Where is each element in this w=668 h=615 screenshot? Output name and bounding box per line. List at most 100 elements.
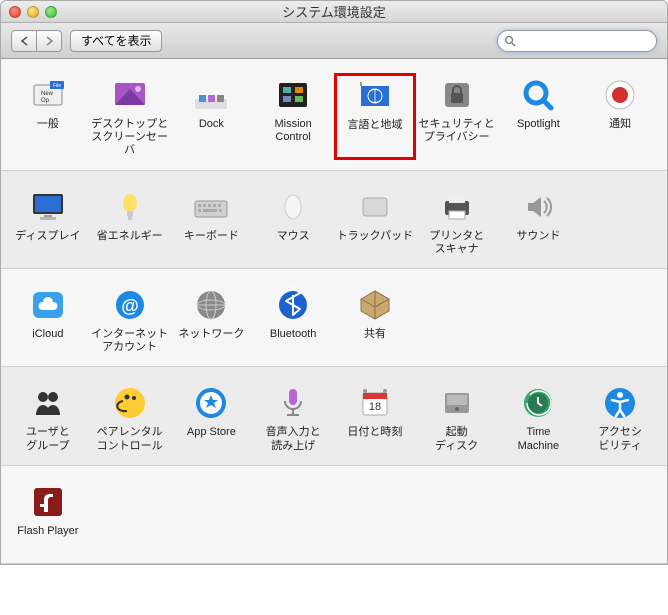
- pref-mission[interactable]: Mission Control: [252, 73, 334, 160]
- notifications-icon: [600, 75, 640, 115]
- sound-icon: [518, 187, 558, 227]
- pref-label: セキュリティと プライバシー: [418, 118, 494, 144]
- svg-text:New: New: [41, 91, 54, 97]
- dictation-icon: [273, 383, 313, 423]
- accessibility-icon: [600, 383, 640, 423]
- startup-icon: [437, 383, 477, 423]
- pref-language[interactable]: 言語と地域: [334, 73, 416, 160]
- zoom-button[interactable]: [45, 6, 57, 18]
- trackpad-icon: [355, 187, 395, 227]
- timemachine-icon: [518, 383, 558, 423]
- svg-text:@: @: [121, 296, 139, 316]
- pref-label: 通知: [609, 118, 631, 144]
- mission-icon: [273, 75, 313, 115]
- pref-startup[interactable]: 起動 ディスク: [416, 381, 498, 454]
- pref-displays[interactable]: ディスプレイ: [7, 185, 89, 258]
- nav-segment: [11, 30, 62, 52]
- pref-keyboard[interactable]: キーボード: [171, 185, 253, 258]
- desktop-icon: [110, 75, 150, 115]
- printers-icon: [437, 187, 477, 227]
- pref-label: ペアレンタル コントロール: [97, 426, 163, 452]
- mouse-icon: [273, 187, 313, 227]
- pref-label: Dock: [199, 118, 224, 144]
- pref-label: アクセシ ビリティ: [598, 426, 641, 452]
- back-button[interactable]: [11, 30, 37, 52]
- pref-row-1: ディスプレイ省エネルギーキーボード マウス トラックパッドプリンタと スキャナサウン…: [1, 171, 667, 269]
- pref-network[interactable]: ネットワーク: [171, 283, 253, 356]
- pref-sound[interactable]: サウンド: [498, 185, 580, 258]
- svg-text:File: File: [53, 83, 61, 89]
- show-all-button[interactable]: すべてを表示: [70, 30, 162, 52]
- flash-icon: [28, 482, 68, 522]
- pref-label: トラックパッド: [337, 230, 413, 256]
- pref-dictation[interactable]: 音声入力と 読み上げ: [252, 381, 334, 454]
- pref-label: Spotlight: [517, 118, 560, 144]
- pref-general[interactable]: File NewOp 一般: [7, 73, 89, 160]
- pref-label: App Store: [187, 426, 236, 452]
- pref-appstore[interactable]: App Store: [171, 381, 253, 454]
- icloud-icon: [28, 285, 68, 325]
- pref-row-4: Flash Player: [1, 466, 667, 564]
- pref-label: Bluetooth: [270, 328, 316, 354]
- chevron-left-icon: [20, 36, 29, 46]
- pref-label: 日付と時刻: [347, 426, 402, 452]
- pref-label: 音声入力と 読み上げ: [266, 426, 321, 452]
- minimize-button[interactable]: [27, 6, 39, 18]
- pref-energy[interactable]: 省エネルギー: [89, 185, 171, 258]
- pref-users[interactable]: ユーザと グループ: [7, 381, 89, 454]
- pref-mouse[interactable]: マウス: [252, 185, 334, 258]
- search-icon: [504, 35, 516, 47]
- pref-notifications[interactable]: 通知: [579, 73, 661, 160]
- pref-label: プリンタと スキャナ: [429, 230, 484, 256]
- energy-icon: [110, 187, 150, 227]
- chevron-right-icon: [45, 36, 54, 46]
- pref-row-0: File NewOp 一般 デスクトップと スクリーンセーバ Dock Mission C…: [1, 59, 667, 171]
- pref-printers[interactable]: プリンタと スキャナ: [416, 185, 498, 258]
- parental-icon: [110, 383, 150, 423]
- pref-desktop[interactable]: デスクトップと スクリーンセーバ: [89, 73, 171, 160]
- sharing-icon: [355, 285, 395, 325]
- forward-button[interactable]: [36, 30, 62, 52]
- general-icon: File NewOp: [28, 75, 68, 115]
- titlebar: システム環境設定: [1, 1, 667, 23]
- preferences-pane: File NewOp 一般 デスクトップと スクリーンセーバ Dock Mission C…: [1, 59, 667, 564]
- pref-bluetooth[interactable]: Bluetooth: [252, 283, 334, 356]
- pref-row-3: ユーザと グループ ペアレンタル コントロール App Store 音声入力と 読み上…: [1, 367, 667, 465]
- window-controls: [1, 6, 57, 18]
- pref-accessibility[interactable]: アクセシ ビリティ: [579, 381, 661, 454]
- search-field[interactable]: [497, 30, 657, 52]
- pref-label: iCloud: [32, 328, 63, 354]
- pref-spotlight[interactable]: Spotlight: [498, 73, 580, 160]
- pref-flash[interactable]: Flash Player: [7, 480, 89, 553]
- pref-datetime[interactable]: 18日付と時刻: [334, 381, 416, 454]
- search-input[interactable]: [520, 34, 668, 48]
- users-icon: [28, 383, 68, 423]
- language-icon: [355, 76, 395, 116]
- svg-text:Op: Op: [41, 98, 50, 104]
- window-title: システム環境設定: [1, 2, 667, 21]
- pref-trackpad[interactable]: トラックパッド: [334, 185, 416, 258]
- pref-label: マウス: [277, 230, 310, 256]
- pref-label: 起動 ディスク: [435, 426, 478, 452]
- close-button[interactable]: [9, 6, 21, 18]
- internet-icon: @: [110, 285, 150, 325]
- pref-internet[interactable]: @ インターネット アカウント: [89, 283, 171, 356]
- pref-row-2: iCloud @ インターネット アカウントネットワーク Bluetooth 共有: [1, 269, 667, 367]
- pref-dock[interactable]: Dock: [171, 73, 253, 160]
- pref-label: 言語と地域: [347, 119, 402, 145]
- pref-sharing[interactable]: 共有: [334, 283, 416, 356]
- pref-security[interactable]: セキュリティと プライバシー: [416, 73, 498, 160]
- displays-icon: [28, 187, 68, 227]
- pref-label: ネットワーク: [178, 328, 244, 354]
- pref-parental[interactable]: ペアレンタル コントロール: [89, 381, 171, 454]
- pref-label: 一般: [37, 118, 59, 144]
- pref-label: Flash Player: [17, 525, 78, 551]
- pref-label: ユーザと グループ: [26, 426, 70, 452]
- pref-label: Time Machine: [518, 426, 560, 452]
- pref-label: ディスプレイ: [15, 230, 80, 256]
- pref-timemachine[interactable]: Time Machine: [498, 381, 580, 454]
- security-icon: [437, 75, 477, 115]
- pref-label: キーボード: [184, 230, 239, 256]
- pref-icloud[interactable]: iCloud: [7, 283, 89, 356]
- pref-label: インターネット アカウント: [91, 328, 168, 354]
